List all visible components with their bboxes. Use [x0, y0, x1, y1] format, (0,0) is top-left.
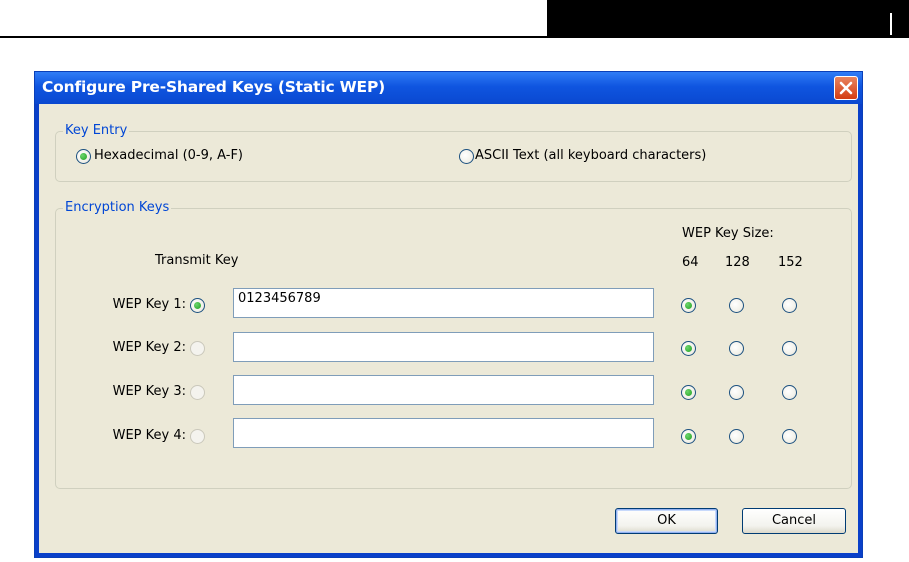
key-entry-group: Key Entry Hexadecimal (0-9, A-F) ASCII T…	[55, 123, 852, 182]
wep-key-4-input[interactable]	[233, 418, 654, 448]
close-icon	[839, 81, 853, 95]
hex-radio[interactable]	[76, 149, 91, 164]
hex-label[interactable]: Hexadecimal (0-9, A-F)	[94, 148, 243, 163]
encryption-keys-group: Encryption Keys WEP Key Size: Transmit K…	[55, 200, 852, 489]
transmit-key-3-radio[interactable]	[190, 385, 205, 400]
dialog-title: Configure Pre-Shared Keys (Static WEP)	[42, 78, 385, 96]
wep-key-1-size-128-radio[interactable]	[729, 298, 744, 313]
wep-key-3-input[interactable]	[233, 375, 654, 405]
transmit-key-header: Transmit Key	[155, 253, 239, 268]
ascii-label[interactable]: ASCII Text (all keyboard characters)	[475, 148, 706, 163]
wep-key-1-input[interactable]: 0123456789	[233, 288, 654, 318]
wep-key-4-size-128-radio[interactable]	[729, 429, 744, 444]
size-64-header: 64	[682, 255, 699, 270]
wep-key-2-label: WEP Key 2:	[112, 340, 186, 355]
title-bar[interactable]: Configure Pre-Shared Keys (Static WEP)	[35, 72, 862, 104]
wep-key-4-label: WEP Key 4:	[112, 428, 186, 443]
wep-key-1-size-152-radio[interactable]	[782, 298, 797, 313]
wep-key-4-size-64-radio[interactable]	[681, 429, 696, 444]
encryption-keys-legend: Encryption Keys	[63, 200, 172, 215]
wep-key-2-size-128-radio[interactable]	[729, 341, 744, 356]
transmit-key-1-radio[interactable]	[190, 298, 205, 313]
size-128-header: 128	[725, 255, 750, 270]
page-header-rule	[0, 36, 909, 38]
page-header-bar	[547, 0, 909, 36]
cancel-button[interactable]: Cancel	[742, 508, 846, 534]
wep-key-1-size-64-radio[interactable]	[681, 298, 696, 313]
dialog-body: Key Entry Hexadecimal (0-9, A-F) ASCII T…	[39, 104, 858, 553]
wep-key-3-size-152-radio[interactable]	[782, 385, 797, 400]
wep-key-3-label: WEP Key 3:	[112, 384, 186, 399]
wep-dialog: Configure Pre-Shared Keys (Static WEP) K…	[34, 71, 863, 558]
wep-key-2-size-152-radio[interactable]	[782, 341, 797, 356]
transmit-key-4-radio[interactable]	[190, 429, 205, 444]
wep-key-size-header: WEP Key Size:	[682, 226, 774, 241]
page-header-divider	[890, 13, 892, 35]
key-entry-legend: Key Entry	[63, 123, 130, 138]
transmit-key-2-radio[interactable]	[190, 341, 205, 356]
ok-button[interactable]: OK	[615, 508, 718, 534]
ascii-radio[interactable]	[459, 149, 474, 164]
size-152-header: 152	[778, 255, 803, 270]
wep-key-1-label: WEP Key 1:	[112, 297, 186, 312]
wep-key-3-size-128-radio[interactable]	[729, 385, 744, 400]
wep-key-4-size-152-radio[interactable]	[782, 429, 797, 444]
close-button[interactable]	[834, 76, 858, 100]
wep-key-2-size-64-radio[interactable]	[681, 341, 696, 356]
wep-key-3-size-64-radio[interactable]	[681, 385, 696, 400]
wep-key-2-input[interactable]	[233, 332, 654, 362]
